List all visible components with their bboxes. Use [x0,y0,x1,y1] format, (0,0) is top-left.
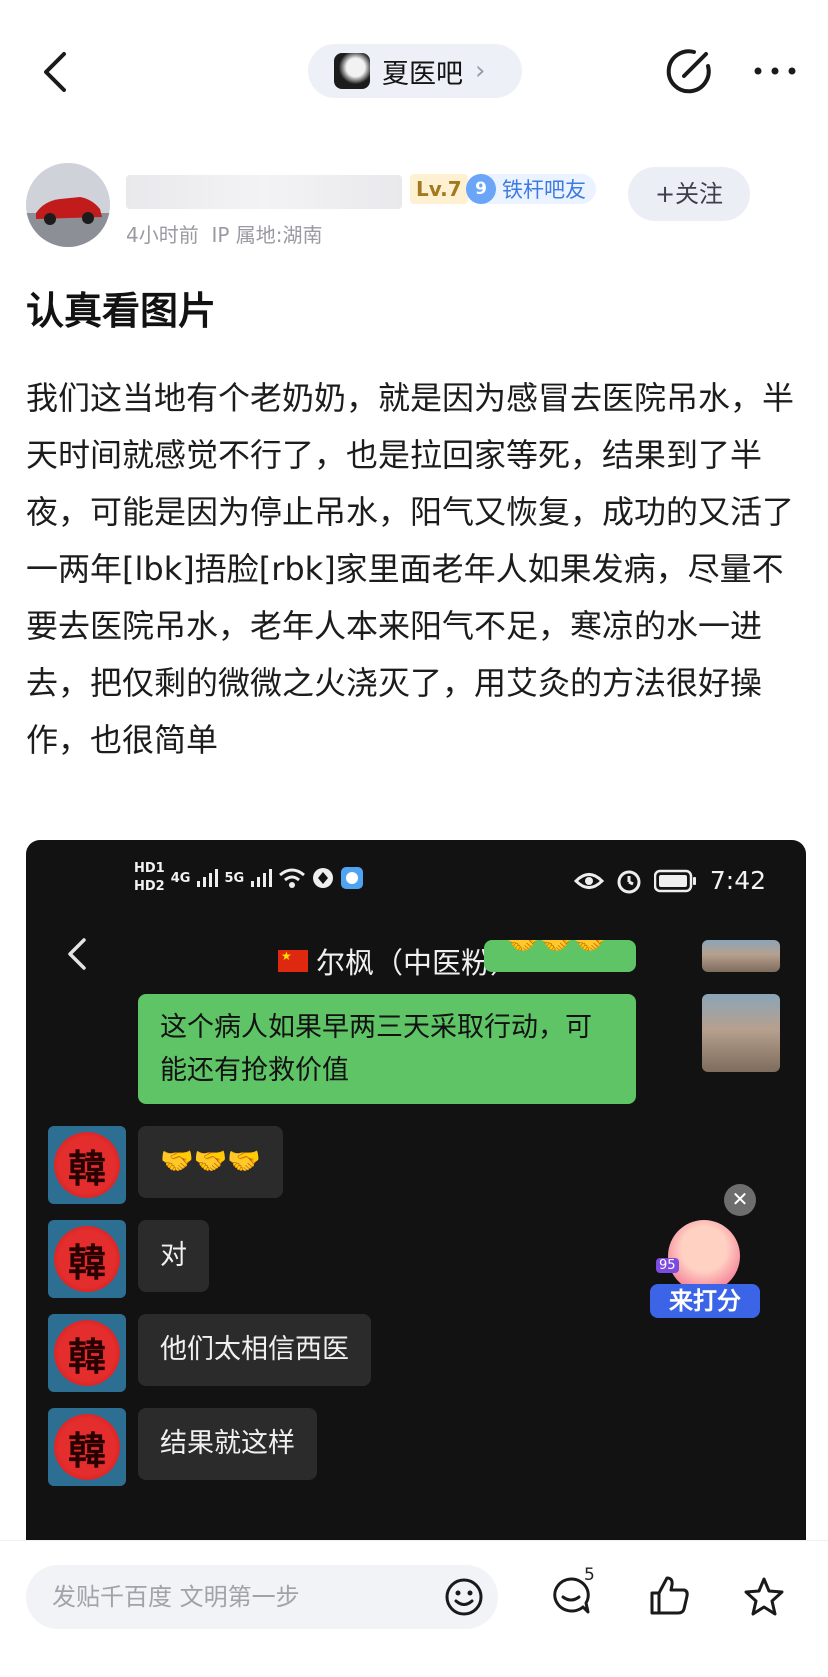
post-image[interactable]: HD1 HD2 4G 5G 7:42 尔枫（中医粉） ··· 🤝🤝🤝 这个病人如… [26,840,806,1560]
net2-label: 5G [224,870,245,886]
china-flag-icon [278,949,308,972]
hd1-label: HD1 [134,861,165,876]
rate-score: 95 [656,1258,679,1273]
like-button[interactable] [648,1573,692,1621]
message-text: 他们太相信西医 [160,1334,349,1365]
favorite-button[interactable] [742,1575,786,1623]
forum-link[interactable]: 夏医吧 › [308,44,522,98]
eye-icon [573,872,604,889]
car-photo [26,163,110,247]
emoji-button[interactable] [444,1577,484,1621]
chat-message: 这个病人如果早两三天采取行动，可能还有抢救价值 [138,994,636,1104]
message-text: 🤝🤝🤝 [506,940,607,957]
self-avatar [702,940,780,972]
rate-widget[interactable]: 95 来打分 [650,1218,760,1326]
status-time: 7:42 [709,866,766,895]
author-name-redacted [126,175,402,209]
level-badge: Lv.7 [410,174,468,204]
chat-message: 🤝🤝🤝 [138,1126,283,1198]
follow-button[interactable]: +关注 [628,167,750,221]
self-avatar [702,994,780,1072]
chat-back-icon [64,934,90,978]
mascot-icon [668,1220,740,1292]
post-time: 4小时前 [126,223,199,247]
status-signal-group: HD1 HD2 4G 5G [134,860,364,896]
battery-icon [653,869,696,892]
chat-message: 🤝🤝🤝 [484,940,636,972]
chat-message: 他们太相信西医 [138,1314,371,1386]
ip-location: IP 属地:湖南 [211,223,323,247]
post-meta: 4小时前 IP 属地:湖南 [126,219,323,248]
avatar[interactable] [26,163,110,247]
fan-title: 铁杆吧友 [502,178,586,202]
author-row: Lv.7 9 铁杆吧友 4小时前 IP 属地:湖南 +关注 [26,163,806,253]
message-text: 结果就这样 [160,1428,295,1459]
signal-icon [251,869,273,887]
post-body: 我们这当地有个老奶奶，就是因为感冒去医院吊水，半天时间就感觉不行了，也是拉回家等… [26,379,795,759]
forum-avatar [334,53,370,89]
comment-count: 5 [584,1565,595,1585]
chat-message: 结果就这样 [138,1408,317,1480]
forum-name: 夏医吧 [382,58,463,90]
reply-input[interactable]: 发贴千百度 文明第一步 [26,1565,498,1629]
close-widget-button[interactable]: ✕ [724,1184,756,1216]
hd2-label: HD2 [134,879,165,894]
avatar-seal: 韓 [54,1320,120,1386]
wifi-icon [279,868,306,888]
browser-icon [313,868,334,888]
chevron-right-icon: › [475,56,486,86]
app-icon [341,867,364,889]
signal-icon [197,869,219,887]
rate-label: 来打分 [650,1284,760,1318]
chat-message: 对 [138,1220,209,1292]
alarm-icon [617,870,641,893]
more-button[interactable] [752,56,798,86]
chevron-left-icon [44,52,66,92]
contact-avatar: 韓 [48,1408,126,1486]
contact-avatar: 韓 [48,1126,126,1204]
contact-avatar: 韓 [48,1314,126,1392]
avatar-seal: 韓 [54,1226,120,1292]
edit-button[interactable] [664,46,714,96]
message-text: 对 [160,1240,187,1271]
edit-icon [666,49,711,94]
fan-badge: 9 铁杆吧友 [466,174,596,204]
fan-level-icon: 9 [466,174,496,204]
star-icon [744,1577,784,1616]
thumbs-up-icon [650,1576,689,1615]
post-title: 认真看图片 [26,289,217,333]
chat-title: 尔枫（中医粉） [278,940,519,982]
emoji-icon [445,1578,483,1616]
bottom-bar: 发贴千百度 文明第一步 5 [0,1540,828,1677]
more-dots-icon [754,67,796,75]
status-right-group: 7:42 [573,866,766,895]
avatar-seal: 韓 [54,1414,120,1480]
net1-label: 4G [170,870,191,886]
contact-avatar: 韓 [48,1220,126,1298]
message-text: 🤝🤝🤝 [160,1146,261,1177]
back-button[interactable] [36,46,76,98]
top-nav-bar: 夏医吧 › [0,0,828,140]
message-text: 这个病人如果早两三天采取行动，可能还有抢救价值 [160,1012,592,1086]
avatar-seal: 韓 [54,1132,120,1198]
